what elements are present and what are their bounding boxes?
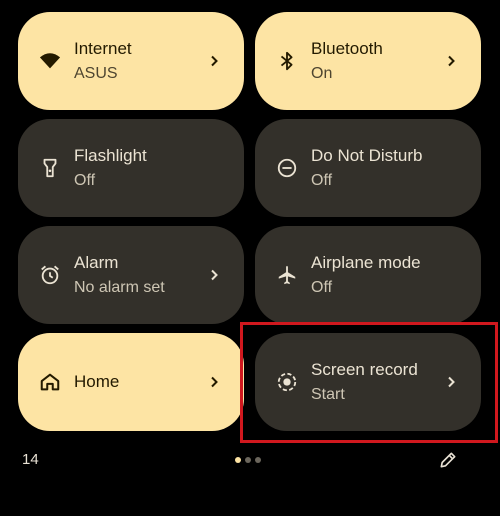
home-tile[interactable]: Home [18,333,244,431]
bluetooth-icon [275,49,299,73]
bluetooth-label: Bluetooth [311,38,383,58]
chevron-right-icon [443,374,459,390]
airplane-mode-status: Off [311,278,333,296]
bluetooth-status: On [311,64,333,82]
alarm-icon [38,263,62,287]
page-dot [245,457,251,463]
page-dot [235,457,241,463]
quick-settings-panel: Internet ASUS Bluetooth On Flashlight Of… [0,0,500,516]
internet-status: ASUS [74,64,118,82]
do-not-disturb-label: Do Not Disturb [311,145,423,165]
internet-tile[interactable]: Internet ASUS [18,12,244,110]
wifi-icon [38,49,62,73]
flashlight-tile[interactable]: Flashlight Off [18,119,244,217]
page-dot [255,457,261,463]
alarm-tile[interactable]: Alarm No alarm set [18,226,244,324]
footer-page-number: 14 [22,451,39,468]
do-not-disturb-icon [275,156,299,180]
screen-record-label: Screen record [311,359,418,379]
edit-button[interactable] [436,448,460,472]
chevron-right-icon [206,53,222,69]
chevron-right-icon [443,53,459,69]
flashlight-label: Flashlight [74,145,147,165]
chevron-right-icon [206,267,222,283]
alarm-label: Alarm [74,252,119,272]
internet-label: Internet [74,38,132,58]
home-label: Home [74,372,120,391]
screen-record-status: Start [311,385,345,403]
airplane-mode-label: Airplane mode [311,252,421,272]
airplane-icon [275,263,299,287]
home-icon [38,370,62,394]
airplane-mode-tile[interactable]: Airplane mode Off [255,226,481,324]
bluetooth-tile[interactable]: Bluetooth On [255,12,481,110]
alarm-status: No alarm set [74,278,165,296]
screen-record-icon [275,370,299,394]
do-not-disturb-status: Off [311,171,333,189]
page-indicator [235,457,261,463]
flashlight-status: Off [74,171,96,189]
screen-record-tile[interactable]: Screen record Start [255,333,481,431]
chevron-right-icon [206,374,222,390]
do-not-disturb-tile[interactable]: Do Not Disturb Off [255,119,481,217]
pencil-icon [438,450,458,470]
flashlight-icon [38,156,62,180]
